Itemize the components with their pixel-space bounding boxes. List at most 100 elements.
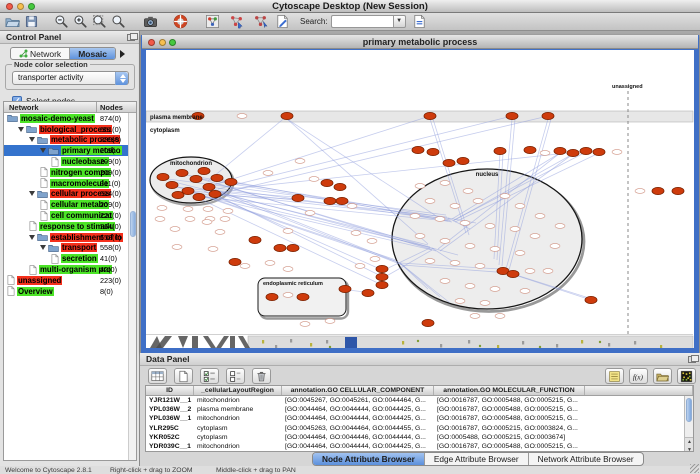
network-node[interactable]	[440, 239, 450, 244]
table-cell[interactable]: YDR039C__1	[146, 442, 194, 451]
tree-row-secretion[interactable]: secretion41(0)	[4, 253, 136, 264]
network-node[interactable]	[300, 322, 310, 327]
network-node-selected[interactable]	[193, 193, 205, 200]
save-session-button[interactable]	[23, 14, 39, 30]
network-node[interactable]	[455, 299, 465, 304]
network-node[interactable]	[208, 247, 218, 252]
network-node[interactable]	[550, 244, 560, 249]
tree-row-macromolecule[interactable]: macromolecule311(0)	[4, 178, 136, 189]
table-cell[interactable]: [GO:0044464, GO:0044444, GO:0044425, G..…	[282, 442, 434, 451]
tree-row-primary-metabo[interactable]: primary metabo209(...	[4, 145, 136, 156]
table-row-ydr039c__1[interactable]: YDR039C__1mitochondrion[GO:0044464, GO:0…	[146, 442, 693, 451]
tree-row-nucleobase-[interactable]: nucleobase-209(0)	[4, 156, 136, 167]
search-dropdown-icon[interactable]: ▼	[393, 15, 406, 28]
new-attribute-button[interactable]	[174, 368, 193, 384]
function-builder-button[interactable]: f(x)	[629, 368, 648, 384]
network-node-selected[interactable]	[225, 178, 237, 185]
table-cell[interactable]: [GO:0016787, GO:0005488, GO:0005215, G..…	[434, 442, 585, 451]
table-cell[interactable]: cytoplasm	[194, 433, 282, 442]
table-cell[interactable]: [GO:0016787, GO:0005488, GO:0005215, G..…	[434, 405, 585, 414]
network-node-selected[interactable]	[524, 146, 536, 153]
vizmapper-button[interactable]	[204, 14, 220, 30]
table-cell[interactable]: cytoplasm	[194, 424, 282, 433]
network-node-selected[interactable]	[321, 179, 333, 186]
network-node-selected[interactable]	[585, 296, 597, 303]
network-node[interactable]	[305, 211, 315, 216]
network-node[interactable]	[463, 189, 473, 194]
network-node[interactable]	[480, 301, 490, 306]
zoom-window-icon[interactable]	[28, 3, 35, 10]
table-cell[interactable]: [GO:0016787, GO:0005215, GO:0003824, G..…	[434, 424, 585, 433]
network-node-selected[interactable]	[507, 270, 519, 277]
expand-arrow-icon[interactable]	[29, 191, 35, 196]
select-attributes-button[interactable]	[200, 368, 219, 384]
network-node-selected[interactable]	[157, 173, 169, 180]
table-scrollbar-thumb[interactable]	[686, 398, 692, 422]
network-node-selected[interactable]	[324, 197, 336, 204]
network-node[interactable]	[170, 227, 180, 232]
network-node[interactable]	[612, 150, 622, 155]
network-import-button[interactable]	[228, 14, 244, 30]
network-node[interactable]	[490, 287, 500, 292]
tab-node-attribute-browser[interactable]: Node Attribute Browser	[313, 453, 424, 465]
column-header-id[interactable]: ID	[146, 386, 194, 395]
network-node[interactable]	[535, 214, 545, 219]
table-cell[interactable]: [GO:0016787, GO:0005488, GO:0005215, G..…	[434, 414, 585, 423]
table-cell[interactable]: [GO:0044464, GO:0044446, GO:0044444, G..…	[282, 433, 434, 442]
network-node-selected[interactable]	[376, 281, 388, 288]
network-node-selected[interactable]	[443, 159, 455, 166]
expand-arrow-icon[interactable]	[29, 235, 35, 240]
network-node[interactable]	[309, 177, 319, 182]
network-node-selected[interactable]	[593, 148, 605, 155]
zoom-out-button[interactable]	[53, 14, 69, 30]
network-node[interactable]	[223, 209, 233, 214]
tree-row-multi-organism-pro[interactable]: multi-organism pro42(0)	[4, 264, 136, 275]
network-node[interactable]	[425, 199, 435, 204]
tree-row-cellular-metabo[interactable]: cellular metabo209(0)	[4, 199, 136, 210]
network-node-selected[interactable]	[249, 236, 261, 243]
network-node[interactable]	[530, 234, 540, 239]
network-node-selected[interactable]	[274, 244, 286, 251]
tree-row-unassigned[interactable]: unassigned223(0)	[4, 275, 136, 286]
network-node[interactable]	[450, 204, 460, 209]
network-node-selected[interactable]	[297, 293, 309, 300]
network-node[interactable]	[283, 229, 293, 234]
tree-row-nitrogen-compo[interactable]: nitrogen compo209(0)	[4, 167, 136, 178]
attribute-list-button[interactable]	[605, 368, 624, 384]
network-node[interactable]	[295, 159, 305, 164]
network-node[interactable]	[157, 206, 167, 211]
network-node-selected[interactable]	[554, 147, 566, 154]
column-header-annotation-go-cellular-component[interactable]: annotation.GO CELLULAR_COMPONENT	[282, 386, 434, 395]
table-row-yjr121w__1[interactable]: YJR121W__1mitochondrion[GO:0045267, GO:0…	[146, 396, 693, 405]
help-lifering-button[interactable]	[172, 14, 188, 30]
table-cell[interactable]: [GO:0044464, GO:0044444, GO:0044425, G..…	[282, 414, 434, 423]
resize-grip[interactable]	[690, 464, 699, 473]
table-scrollbar[interactable]: ▲▼	[684, 396, 693, 452]
tree-scrollbar[interactable]	[128, 113, 136, 461]
network-node[interactable]	[415, 234, 425, 239]
table-cell[interactable]: YPL036W__2	[146, 405, 194, 414]
frame-zoom-icon[interactable]	[169, 39, 176, 46]
table-row-ykr052c[interactable]: YKR052Ccytoplasm[GO:0044464, GO:0044446,…	[146, 433, 693, 442]
expand-arrow-icon[interactable]	[40, 148, 46, 153]
minimize-window-icon[interactable]	[17, 3, 24, 10]
network-node[interactable]	[351, 231, 361, 236]
network-node-selected[interactable]	[292, 194, 304, 201]
network-node[interactable]	[555, 224, 565, 229]
tab-network[interactable]: Network	[11, 48, 69, 59]
network-node[interactable]	[525, 269, 535, 274]
tree-row-establishment-of-lo[interactable]: establishment of lo558(0)	[4, 232, 136, 243]
tree-row-mosaic-demo-yeast[interactable]: mosaic-demo-yeast874(0)	[4, 113, 136, 124]
network-node-selected[interactable]	[427, 148, 439, 155]
network-node-selected[interactable]	[190, 175, 202, 182]
snapshot-camera-button[interactable]	[142, 14, 158, 30]
table-cell[interactable]: plasma membrane	[194, 405, 282, 414]
network-node[interactable]	[347, 204, 357, 209]
network-node[interactable]	[240, 264, 250, 269]
network-node[interactable]	[325, 319, 335, 324]
network-node[interactable]	[440, 181, 450, 186]
network-node[interactable]	[425, 259, 435, 264]
network-frame-titlebar[interactable]: primary metabolic process	[142, 35, 698, 49]
network-node[interactable]	[203, 207, 213, 212]
network-node-selected[interactable]	[457, 157, 469, 164]
